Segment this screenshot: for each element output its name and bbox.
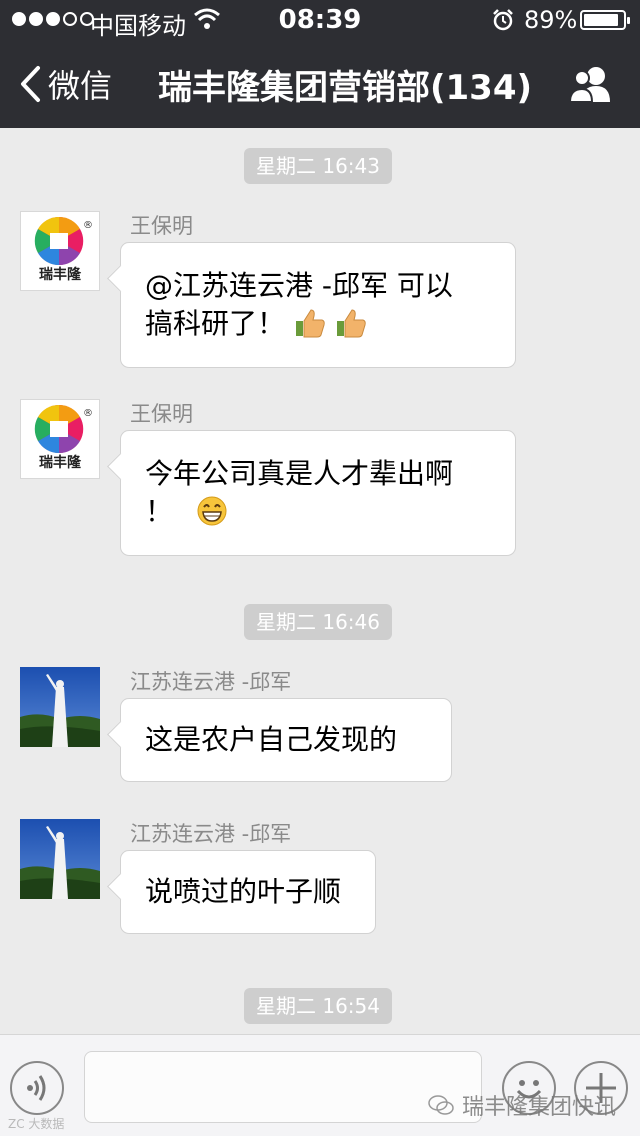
message-text-line: ！ (145, 493, 491, 531)
watermark-left: ZC 大数据 (8, 1117, 65, 1131)
message-text: 这是农户自己发现的 (145, 723, 398, 756)
message-bubble[interactable]: 说喷过的叶子顺 (120, 850, 376, 934)
logo-text: 瑞丰隆 (39, 267, 81, 283)
avatar-company-logo[interactable]: ® 瑞丰隆 (20, 211, 100, 291)
statue-photo-image (20, 667, 100, 747)
sender-name: 王保明 (130, 402, 193, 426)
message-bubble[interactable]: 今年公司真是人才辈出啊 ！ (120, 430, 516, 556)
status-bar: 中国移动 08:39 89% (0, 0, 640, 40)
group-members-icon[interactable] (566, 64, 616, 104)
message-text-line: 搞科研了！ (145, 305, 491, 343)
watermark: 瑞丰隆集团快讯 (428, 1089, 616, 1121)
chat-area[interactable]: 星期二 16:43 ® 瑞丰隆 王保明 @江苏连云港 -邱军 可以 搞科研了！ (0, 128, 640, 1034)
thumbs-up-icon (295, 309, 325, 338)
top-bar: 中国移动 08:39 89% 微信 瑞丰隆集团营销部(134) (0, 0, 640, 128)
battery-icon (580, 10, 630, 30)
message-text: ！ (145, 495, 174, 528)
message-text: 今年公司真是人才辈出啊 (145, 457, 454, 490)
thumbs-up-icon (336, 309, 366, 338)
back-button[interactable]: 微信 (18, 62, 112, 106)
registered-mark: ® (83, 408, 93, 419)
timestamp: 星期二 16:54 (244, 988, 392, 1024)
timestamp: 星期二 16:43 (244, 148, 392, 184)
message-bubble[interactable]: 这是农户自己发现的 (120, 698, 452, 782)
chevron-left-icon (21, 66, 40, 102)
input-bar: 瑞丰隆集团快讯 ZC 大数据 (0, 1034, 640, 1136)
watermark-text: 瑞丰隆集团快讯 (461, 1095, 616, 1120)
sender-name: 江苏连云港 -邱军 (130, 822, 292, 846)
message-text: 搞科研了！ (145, 307, 286, 340)
battery-percent: 89% (524, 6, 578, 34)
grinning-face-icon (197, 496, 227, 526)
chat-title: 瑞丰隆集团营销部(134) (157, 68, 533, 108)
avatar-statue-photo[interactable] (20, 667, 100, 747)
avatar-statue-photo[interactable] (20, 819, 100, 899)
sender-name: 江苏连云港 -邱军 (130, 670, 292, 694)
sender-name: 王保明 (130, 214, 193, 238)
registered-mark: ® (83, 220, 93, 231)
wechat-logo-icon (428, 1095, 454, 1115)
voice-input-button[interactable] (10, 1061, 64, 1115)
back-label: 微信 (48, 67, 113, 105)
logo-text: 瑞丰隆 (39, 455, 81, 471)
message-text: @江苏连云港 -邱军 可以 (145, 269, 453, 302)
avatar-company-logo[interactable]: ® 瑞丰隆 (20, 399, 100, 479)
message-input[interactable] (84, 1051, 482, 1123)
voice-icon (27, 1075, 46, 1101)
battery-level-fill (584, 14, 618, 26)
message-text: 说喷过的叶子顺 (145, 875, 342, 908)
statue-photo-image (20, 819, 100, 899)
message-bubble[interactable]: @江苏连云港 -邱军 可以 搞科研了！ (120, 242, 516, 368)
timestamp: 星期二 16:46 (244, 604, 392, 640)
alarm-icon (493, 9, 513, 31)
